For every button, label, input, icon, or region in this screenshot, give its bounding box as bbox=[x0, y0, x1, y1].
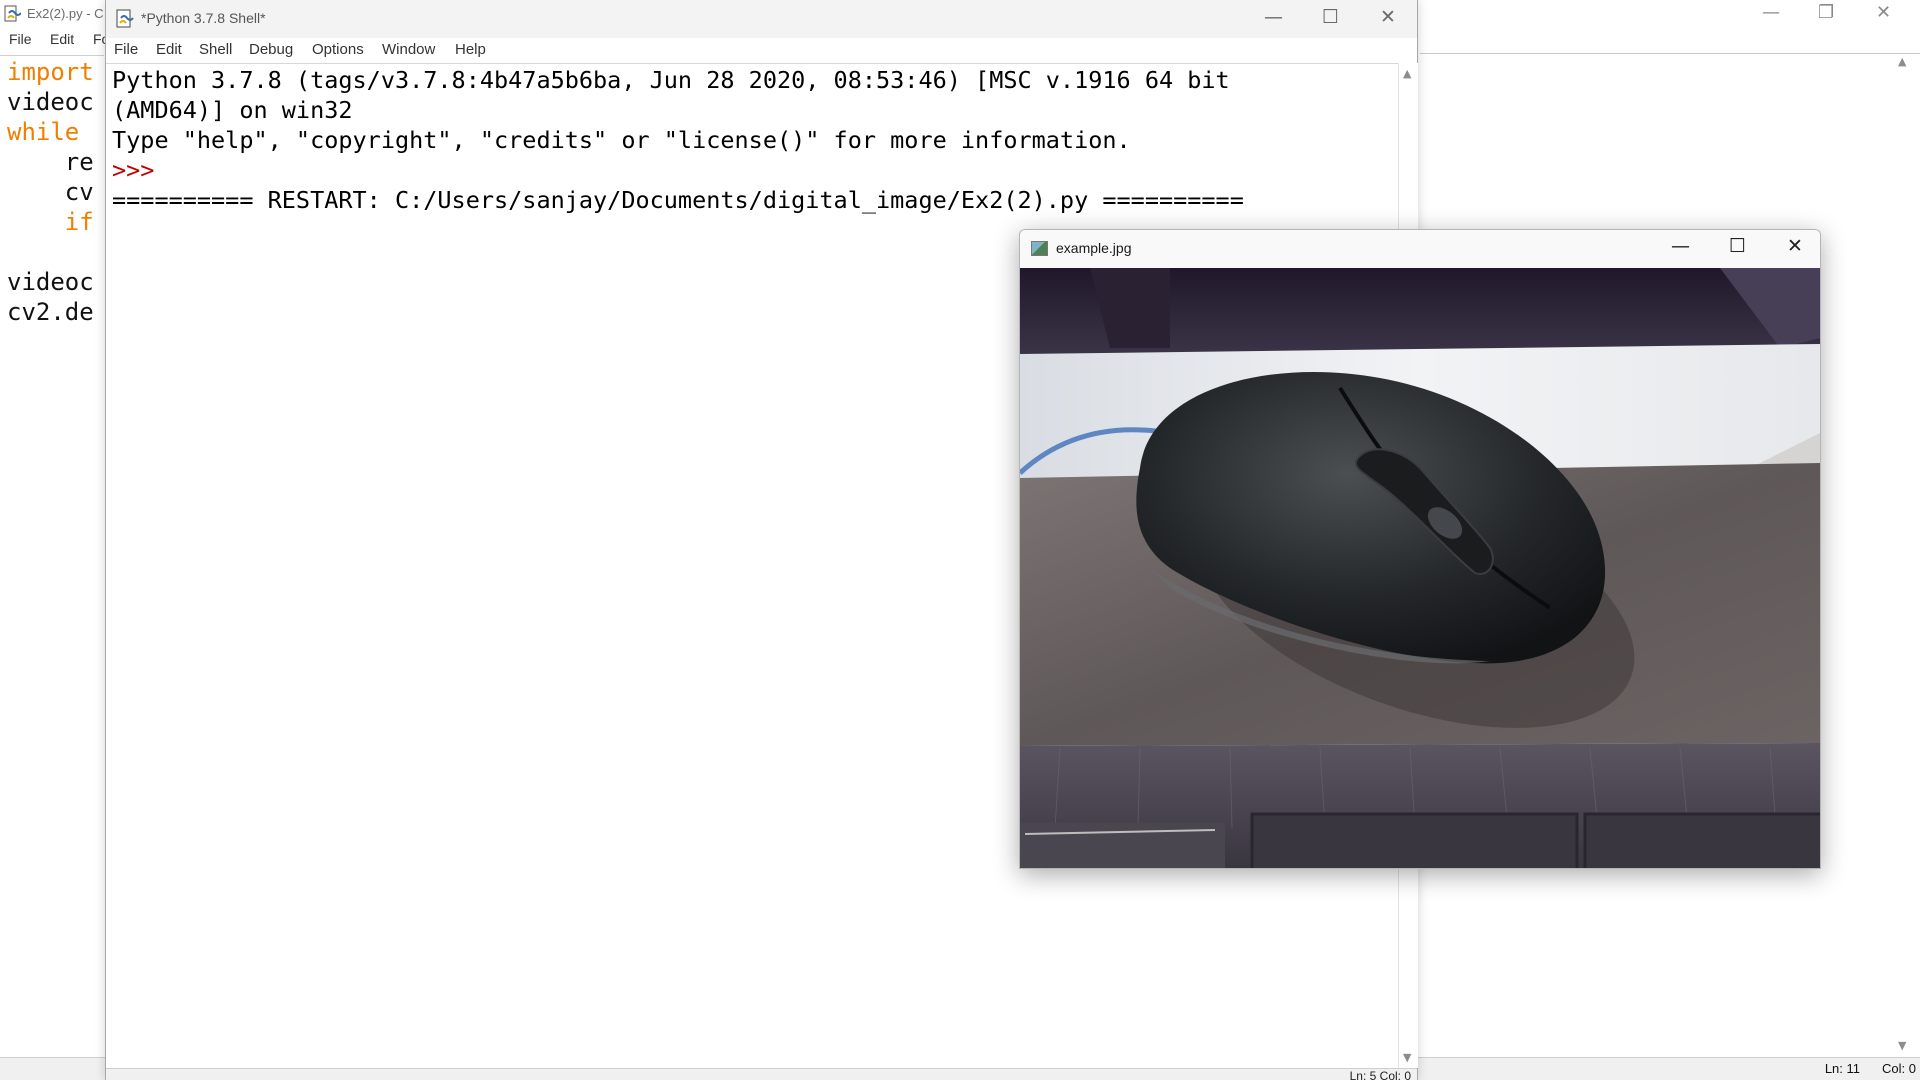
maximize-icon[interactable]: ❐ bbox=[1818, 2, 1834, 23]
code-line: if bbox=[7, 208, 94, 236]
shell-menu-help[interactable]: Help bbox=[455, 41, 486, 58]
shell-banner-line-1: Python 3.7.8 (tags/v3.7.8:4b47a5b6ba, Ju… bbox=[112, 66, 1230, 94]
close-icon[interactable]: ✕ bbox=[1380, 6, 1396, 28]
maximize-icon[interactable]: ☐ bbox=[1322, 6, 1339, 28]
code-line: import bbox=[7, 58, 94, 86]
code-line: re bbox=[7, 148, 94, 176]
maximize-icon[interactable]: ☐ bbox=[1729, 235, 1746, 257]
minimize-icon[interactable]: — bbox=[1671, 235, 1690, 257]
shell-menu-shell[interactable]: Shell bbox=[199, 41, 232, 58]
shell-menu-window[interactable]: Window bbox=[382, 41, 435, 58]
shell-titlebar[interactable]: *Python 3.7.8 Shell* — ☐ ✕ bbox=[106, 0, 1417, 38]
editor-divider bbox=[1420, 53, 1920, 54]
scroll-up-icon[interactable]: ▲ bbox=[1898, 55, 1906, 68]
editor-status-col: Col: 0 bbox=[1882, 1061, 1916, 1076]
editor-code-area[interactable]: import videoc while re cv if videoc cv2.de bbox=[0, 55, 104, 1055]
shell-menu-options[interactable]: Options bbox=[312, 41, 364, 58]
shell-statusbar: Ln: 5 Col: 0 bbox=[106, 1068, 1417, 1080]
image-viewer-window: example.jpg — ☐ ✕ bbox=[1019, 229, 1821, 869]
shell-status-position: Ln: 5 Col: 0 bbox=[1349, 1069, 1411, 1080]
code-line: cv2.de bbox=[7, 298, 94, 326]
scroll-down-icon[interactable]: ▼ bbox=[1403, 1051, 1411, 1064]
shell-menubar: File Edit Shell Debug Options Window Hel… bbox=[106, 38, 1417, 63]
shell-menu-edit[interactable]: Edit bbox=[156, 41, 182, 58]
webcam-image bbox=[1020, 268, 1820, 868]
close-icon[interactable]: ✕ bbox=[1876, 2, 1891, 23]
shell-menu-file[interactable]: File bbox=[114, 41, 138, 58]
code-line: videoc bbox=[7, 268, 94, 296]
code-line: while bbox=[7, 118, 94, 146]
code-line: videoc bbox=[7, 88, 94, 116]
image-icon bbox=[1031, 241, 1048, 256]
editor-menu-edit[interactable]: Edit bbox=[50, 31, 74, 47]
code-line: cv bbox=[7, 178, 94, 206]
scroll-down-icon[interactable]: ▼ bbox=[1898, 1039, 1906, 1052]
editor-menu-file[interactable]: File bbox=[9, 31, 32, 47]
python-file-icon bbox=[4, 5, 21, 22]
viewer-title: example.jpg bbox=[1056, 240, 1132, 256]
minimize-icon[interactable]: — bbox=[1762, 2, 1780, 23]
shell-title: *Python 3.7.8 Shell* bbox=[141, 10, 266, 26]
shell-prompt: >>> bbox=[112, 156, 169, 184]
close-icon[interactable]: ✕ bbox=[1787, 235, 1803, 257]
editor-title: Ex2(2).py - C bbox=[27, 6, 104, 21]
shell-banner-line-2: (AMD64)] on win32 bbox=[112, 96, 353, 124]
minimize-icon[interactable]: — bbox=[1264, 6, 1283, 28]
shell-restart-line: ========== RESTART: C:/Users/sanjay/Docu… bbox=[112, 186, 1244, 214]
editor-scrollbar[interactable]: ▲ ▼ bbox=[1894, 55, 1916, 1055]
shell-menu-debug[interactable]: Debug bbox=[249, 41, 293, 58]
shell-banner-line-3: Type "help", "copyright", "credits" or "… bbox=[112, 126, 1131, 154]
viewer-titlebar[interactable]: example.jpg — ☐ ✕ bbox=[1020, 230, 1820, 268]
editor-status-line: Ln: 11 bbox=[1824, 1061, 1860, 1076]
python-shell-icon bbox=[116, 9, 134, 28]
scroll-up-icon[interactable]: ▲ bbox=[1403, 67, 1411, 80]
